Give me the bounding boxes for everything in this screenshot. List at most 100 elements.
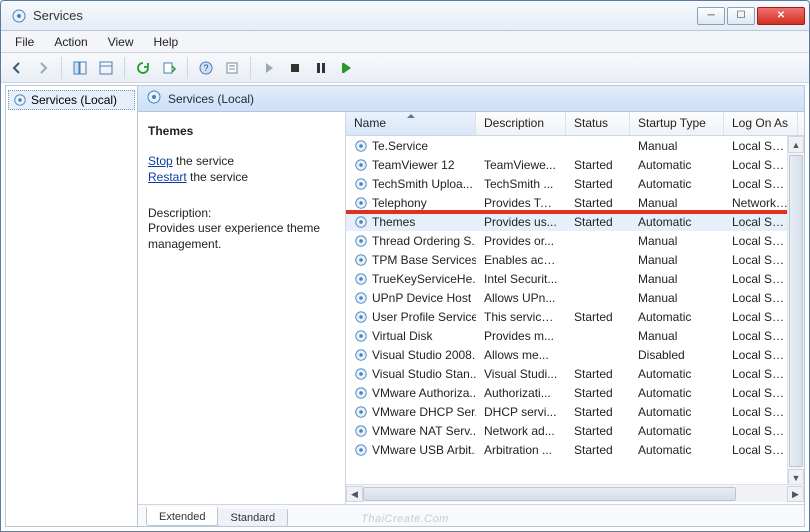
cell-description: Provides or...: [476, 234, 566, 248]
gear-icon: [354, 196, 368, 210]
cell-name: VMware NAT Serv...: [346, 424, 476, 438]
tab-extended[interactable]: Extended: [146, 507, 218, 526]
hscroll-thumb[interactable]: [363, 487, 736, 501]
service-row[interactable]: Thread Ordering S...Provides or...Manual…: [346, 231, 804, 250]
service-row[interactable]: Te.ServiceManualLocal Syste...: [346, 136, 804, 155]
service-row[interactable]: VMware USB Arbit...Arbitration ...Starte…: [346, 440, 804, 459]
detail-pane-button[interactable]: [94, 56, 118, 80]
scroll-right-button[interactable]: ▶: [787, 486, 804, 502]
maximize-button[interactable]: ☐: [727, 7, 755, 25]
cell-status: Started: [566, 386, 630, 400]
service-row[interactable]: TelephonyProvides Tel...StartedManualNet…: [346, 193, 804, 212]
rows-container[interactable]: Te.ServiceManualLocal Syste...TeamViewer…: [346, 136, 804, 484]
description-text: Provides user experience theme managemen…: [148, 220, 335, 252]
cell-name: User Profile Service: [346, 310, 476, 324]
column-status[interactable]: Status: [566, 112, 630, 135]
cell-description: Allows UPn...: [476, 291, 566, 305]
service-row[interactable]: TechSmith Uploa...TechSmith ...StartedAu…: [346, 174, 804, 193]
service-row[interactable]: Virtual DiskProvides m...ManualLocal Sys…: [346, 326, 804, 345]
cell-description: Arbitration ...: [476, 443, 566, 457]
cell-description: TechSmith ...: [476, 177, 566, 191]
minimize-button[interactable]: ─: [697, 7, 725, 25]
menu-view[interactable]: View: [100, 33, 142, 51]
description-label: Description:: [148, 206, 335, 220]
service-row[interactable]: TPM Base ServicesEnables acc...ManualLoc…: [346, 250, 804, 269]
pause-service-button[interactable]: [309, 56, 333, 80]
column-headers: Name Description Status Startup Type Log…: [346, 112, 804, 136]
service-row[interactable]: UPnP Device HostAllows UPn...ManualLocal…: [346, 288, 804, 307]
cell-startup: Automatic: [630, 177, 724, 191]
cell-description: This service ...: [476, 310, 566, 324]
right-pane: Services (Local) Themes Stop the service…: [138, 86, 804, 526]
service-list: Name Description Status Startup Type Log…: [346, 112, 804, 504]
show-hide-tree-button[interactable]: [68, 56, 92, 80]
tree-pane[interactable]: Services (Local): [6, 86, 138, 526]
service-row[interactable]: VMware DHCP Ser...DHCP servi...StartedAu…: [346, 402, 804, 421]
column-description[interactable]: Description: [476, 112, 566, 135]
help-button[interactable]: ?: [194, 56, 218, 80]
cell-description: Intel Securit...: [476, 272, 566, 286]
service-row[interactable]: VMware NAT Serv...Network ad...StartedAu…: [346, 421, 804, 440]
cell-startup: Automatic: [630, 310, 724, 324]
cell-description: Authorizati...: [476, 386, 566, 400]
cell-startup: Manual: [630, 272, 724, 286]
cell-name: TrueKeyServiceHe...: [346, 272, 476, 286]
service-row[interactable]: Visual Studio 2008...Allows me...Disable…: [346, 345, 804, 364]
cell-description: Provides Tel...: [476, 196, 566, 210]
cell-name: VMware Authoriza...: [346, 386, 476, 400]
cell-name: Visual Studio Stan...: [346, 367, 476, 381]
service-row[interactable]: VMware Authoriza...Authorizati...Started…: [346, 383, 804, 402]
tree-node-services-local[interactable]: Services (Local): [8, 90, 135, 110]
scroll-up-button[interactable]: ▲: [788, 136, 804, 153]
forward-button[interactable]: [31, 56, 55, 80]
horizontal-scrollbar[interactable]: ◀ ▶: [346, 484, 804, 502]
app-icon: [11, 8, 27, 24]
cell-status: Started: [566, 215, 630, 229]
cell-startup: Automatic: [630, 215, 724, 229]
cell-status: Started: [566, 177, 630, 191]
service-row[interactable]: Visual Studio Stan...Visual Studi...Star…: [346, 364, 804, 383]
properties-button[interactable]: [220, 56, 244, 80]
restart-link[interactable]: Restart: [148, 170, 187, 184]
separator: [61, 57, 62, 79]
cell-description: Allows me...: [476, 348, 566, 362]
detail-title: Themes: [148, 124, 335, 138]
scroll-left-button[interactable]: ◀: [346, 486, 363, 502]
cell-status: Started: [566, 196, 630, 210]
cell-startup: Manual: [630, 234, 724, 248]
service-row[interactable]: ThemesProvides us...StartedAutomaticLoca…: [346, 212, 804, 231]
column-name[interactable]: Name: [346, 112, 476, 135]
back-button[interactable]: [5, 56, 29, 80]
close-button[interactable]: ✕: [757, 7, 805, 25]
service-row[interactable]: TeamViewer 12TeamViewe...StartedAutomati…: [346, 155, 804, 174]
menu-action[interactable]: Action: [46, 33, 95, 51]
gear-icon: [354, 139, 368, 153]
hscroll-track[interactable]: [363, 486, 787, 502]
menu-file[interactable]: File: [7, 33, 42, 51]
tool-bar: ?: [1, 53, 809, 83]
cell-startup: Automatic: [630, 158, 724, 172]
restart-suffix: the service: [187, 170, 248, 184]
cell-status: Started: [566, 310, 630, 324]
title-bar[interactable]: Services ─ ☐ ✕: [1, 1, 809, 31]
column-log-on-as[interactable]: Log On As: [724, 112, 798, 135]
cell-startup: Automatic: [630, 443, 724, 457]
vscroll-thumb[interactable]: [789, 155, 803, 467]
start-service-button[interactable]: [257, 56, 281, 80]
stop-link[interactable]: Stop: [148, 154, 173, 168]
cell-startup: Automatic: [630, 367, 724, 381]
service-row[interactable]: User Profile ServiceThis service ...Star…: [346, 307, 804, 326]
cell-description: Provides us...: [476, 215, 566, 229]
vertical-scrollbar[interactable]: ▲ ▼: [787, 136, 804, 486]
menu-bar: File Action View Help: [1, 31, 809, 53]
column-startup-type[interactable]: Startup Type: [630, 112, 724, 135]
service-row[interactable]: TrueKeyServiceHe...Intel Securit... Manua…: [346, 269, 804, 288]
export-list-button[interactable]: [157, 56, 181, 80]
refresh-button[interactable]: [131, 56, 155, 80]
tab-standard[interactable]: Standard: [217, 509, 288, 527]
menu-help[interactable]: Help: [146, 33, 187, 51]
gear-icon: [354, 329, 368, 343]
stop-service-button[interactable]: [283, 56, 307, 80]
separator: [187, 57, 188, 79]
restart-service-button[interactable]: [335, 56, 359, 80]
